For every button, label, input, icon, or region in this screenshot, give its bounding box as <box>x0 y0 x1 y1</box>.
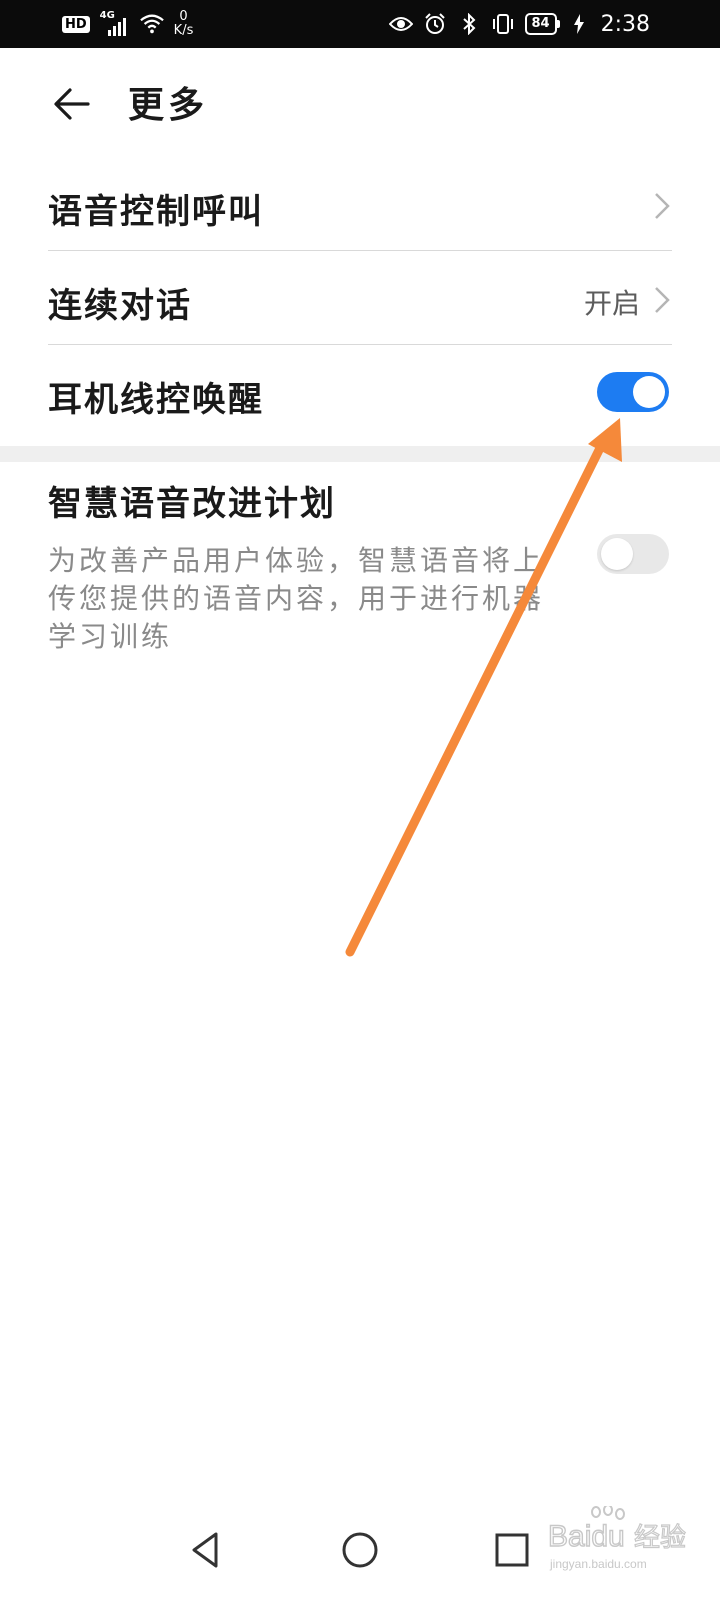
setting-headset-wake: 耳机线控唤醒 <box>48 346 672 446</box>
hd-indicator: HD <box>62 15 90 33</box>
wifi-icon <box>139 12 164 36</box>
back-arrow-icon <box>54 88 90 120</box>
vibrate-icon <box>491 12 515 36</box>
improvement-plan-toggle[interactable] <box>597 534 669 574</box>
setting-label: 连续对话 <box>48 286 192 326</box>
watermark: Baidu 经验 jingyan.baidu.com <box>547 1504 708 1576</box>
toggle-knob <box>633 376 665 408</box>
toggle-knob <box>601 538 633 570</box>
setting-description: 为改善产品用户体验，智慧语音将上传您提供的语音内容，用于进行机器学习训练 <box>48 544 545 653</box>
chevron-right-icon <box>655 193 670 219</box>
network-speed: 0 K/s <box>173 9 194 38</box>
nav-home-button[interactable] <box>330 1520 390 1580</box>
page-title: 更多 <box>128 84 209 126</box>
watermark-brand: Baidu <box>548 1520 625 1553</box>
bluetooth-icon <box>457 12 481 36</box>
watermark-suffix: 经验 <box>634 1523 686 1553</box>
setting-improvement-plan: 智慧语音改进计划 为改善产品用户体验，智慧语音将上传您提供的语音内容，用于进行机… <box>48 476 672 656</box>
baidu-paw-logo-icon: Baidu 经验 jingyan.baidu.com <box>547 1504 687 1571</box>
status-time: 2:38 <box>600 11 650 37</box>
status-bar: HD 4G 0 K/s 84 2:38 <box>0 0 720 48</box>
headset-wake-toggle[interactable] <box>597 372 669 412</box>
setting-label: 语音控制呼叫 <box>48 192 264 232</box>
battery-indicator: 84 <box>524 13 560 35</box>
setting-label: 智慧语音改进计划 <box>48 484 336 524</box>
divider <box>48 344 672 345</box>
setting-voice-call[interactable]: 语音控制呼叫 <box>48 160 672 250</box>
charging-icon <box>567 12 591 36</box>
square-recents-icon <box>495 1533 529 1567</box>
watermark-url: jingyan.baidu.com <box>549 1557 647 1571</box>
section-divider <box>0 446 720 462</box>
chevron-right-icon <box>655 287 670 313</box>
app-header: 更多 <box>0 48 720 158</box>
cellular-signal-icon: 4G <box>100 10 130 38</box>
eye-comfort-icon <box>388 12 413 36</box>
back-button[interactable] <box>48 80 96 128</box>
setting-label: 耳机线控唤醒 <box>48 380 264 420</box>
divider <box>48 250 672 251</box>
alarm-icon <box>423 12 447 36</box>
triangle-back-icon <box>192 1532 218 1568</box>
nav-recents-button[interactable] <box>482 1520 542 1580</box>
setting-value: 开启 <box>583 287 640 320</box>
setting-continuous-dialogue[interactable]: 连续对话 开启 <box>48 252 672 344</box>
circle-home-icon <box>342 1532 378 1568</box>
nav-back-button[interactable] <box>176 1520 236 1580</box>
